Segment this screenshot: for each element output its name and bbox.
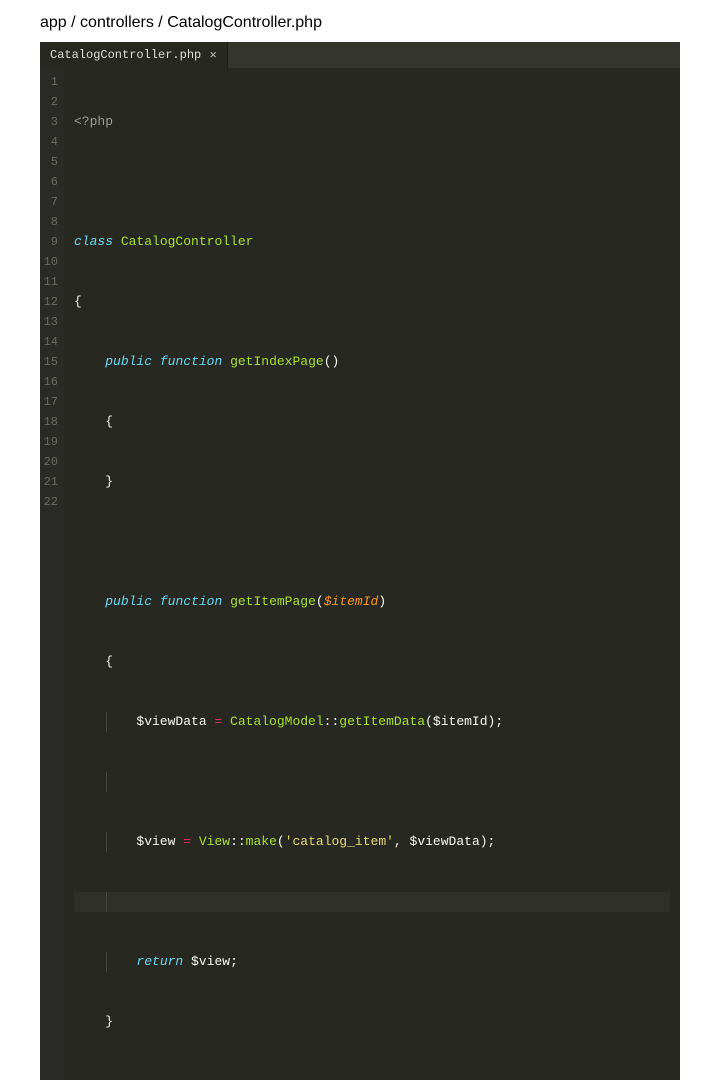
method-call: getItemData — [339, 714, 425, 729]
paren-close-semi: ); — [480, 834, 496, 849]
line-number: 7 — [42, 192, 58, 212]
comma: , — [394, 834, 410, 849]
class-ref: View — [199, 834, 230, 849]
line-number: 5 — [42, 152, 58, 172]
code-content[interactable]: <?php class CatalogController { public f… — [64, 68, 680, 1080]
keyword-function: function — [160, 354, 222, 369]
line-number: 4 — [42, 132, 58, 152]
line-number: 11 — [42, 272, 58, 292]
code-editor: CatalogController.php × 1234567891011121… — [40, 42, 680, 1080]
line-number: 10 — [42, 252, 58, 272]
var-viewData: $viewData — [136, 714, 206, 729]
keyword-public: public — [105, 594, 152, 609]
parens: () — [324, 354, 340, 369]
arg-viewData: $viewData — [410, 834, 480, 849]
paren-open: ( — [316, 594, 324, 609]
line-number: 22 — [42, 492, 58, 512]
line-number: 20 — [42, 452, 58, 472]
paren-close-semi: ); — [488, 714, 504, 729]
double-colon: :: — [324, 714, 340, 729]
line-number: 1 — [42, 72, 58, 92]
tab-bar: CatalogController.php × — [40, 42, 680, 68]
method-getIndexPage: getIndexPage — [230, 354, 324, 369]
line-number: 18 — [42, 412, 58, 432]
breadcrumb-seg: controllers — [80, 14, 154, 31]
brace-open: { — [105, 414, 113, 429]
line-number: 16 — [42, 372, 58, 392]
line-number: 3 — [42, 112, 58, 132]
keyword-function: function — [160, 594, 222, 609]
class-ref: CatalogModel — [230, 714, 324, 729]
paren-open: ( — [425, 714, 433, 729]
semicolon: ; — [230, 954, 238, 969]
method-call: make — [246, 834, 277, 849]
php-open-tag: <?php — [74, 114, 113, 129]
keyword-return: return — [136, 954, 183, 969]
tab-label: CatalogController.php — [50, 45, 201, 65]
keyword-public: public — [105, 354, 152, 369]
op-eq: = — [175, 834, 198, 849]
line-number: 15 — [42, 352, 58, 372]
line-number: 14 — [42, 332, 58, 352]
close-icon[interactable]: × — [209, 49, 217, 62]
string-literal: 'catalog_item' — [285, 834, 394, 849]
brace-close: } — [105, 1014, 113, 1029]
breadcrumb-sep: / — [154, 14, 167, 31]
brace-open: { — [105, 654, 113, 669]
breadcrumb-seg: app — [40, 14, 67, 31]
class-name: CatalogController — [121, 234, 254, 249]
line-number-gutter: 12345678910111213141516171819202122 — [40, 68, 64, 1080]
line-number: 9 — [42, 232, 58, 252]
op-eq: = — [207, 714, 230, 729]
line-number: 17 — [42, 392, 58, 412]
code-area[interactable]: 12345678910111213141516171819202122 <?ph… — [40, 68, 680, 1080]
param-itemId: $itemId — [324, 594, 379, 609]
breadcrumb-sep: / — [67, 14, 80, 31]
line-number: 2 — [42, 92, 58, 112]
method-getItemPage: getItemPage — [230, 594, 316, 609]
double-colon: :: — [230, 834, 246, 849]
line-number: 6 — [42, 172, 58, 192]
breadcrumb: app / controllers / CatalogController.ph… — [40, 14, 680, 32]
brace-open: { — [74, 294, 82, 309]
var-view: $view — [136, 834, 175, 849]
paren-close: ) — [378, 594, 386, 609]
line-number: 13 — [42, 312, 58, 332]
space — [183, 954, 191, 969]
paren-open: ( — [277, 834, 285, 849]
breadcrumb-seg: CatalogController.php — [167, 14, 322, 31]
var-view: $view — [191, 954, 230, 969]
line-number: 12 — [42, 292, 58, 312]
line-number: 8 — [42, 212, 58, 232]
line-number: 19 — [42, 432, 58, 452]
tab-catalogcontroller[interactable]: CatalogController.php × — [40, 42, 228, 68]
keyword-class: class — [74, 234, 113, 249]
brace-close: } — [105, 474, 113, 489]
arg-itemId: $itemId — [433, 714, 488, 729]
line-number: 21 — [42, 472, 58, 492]
